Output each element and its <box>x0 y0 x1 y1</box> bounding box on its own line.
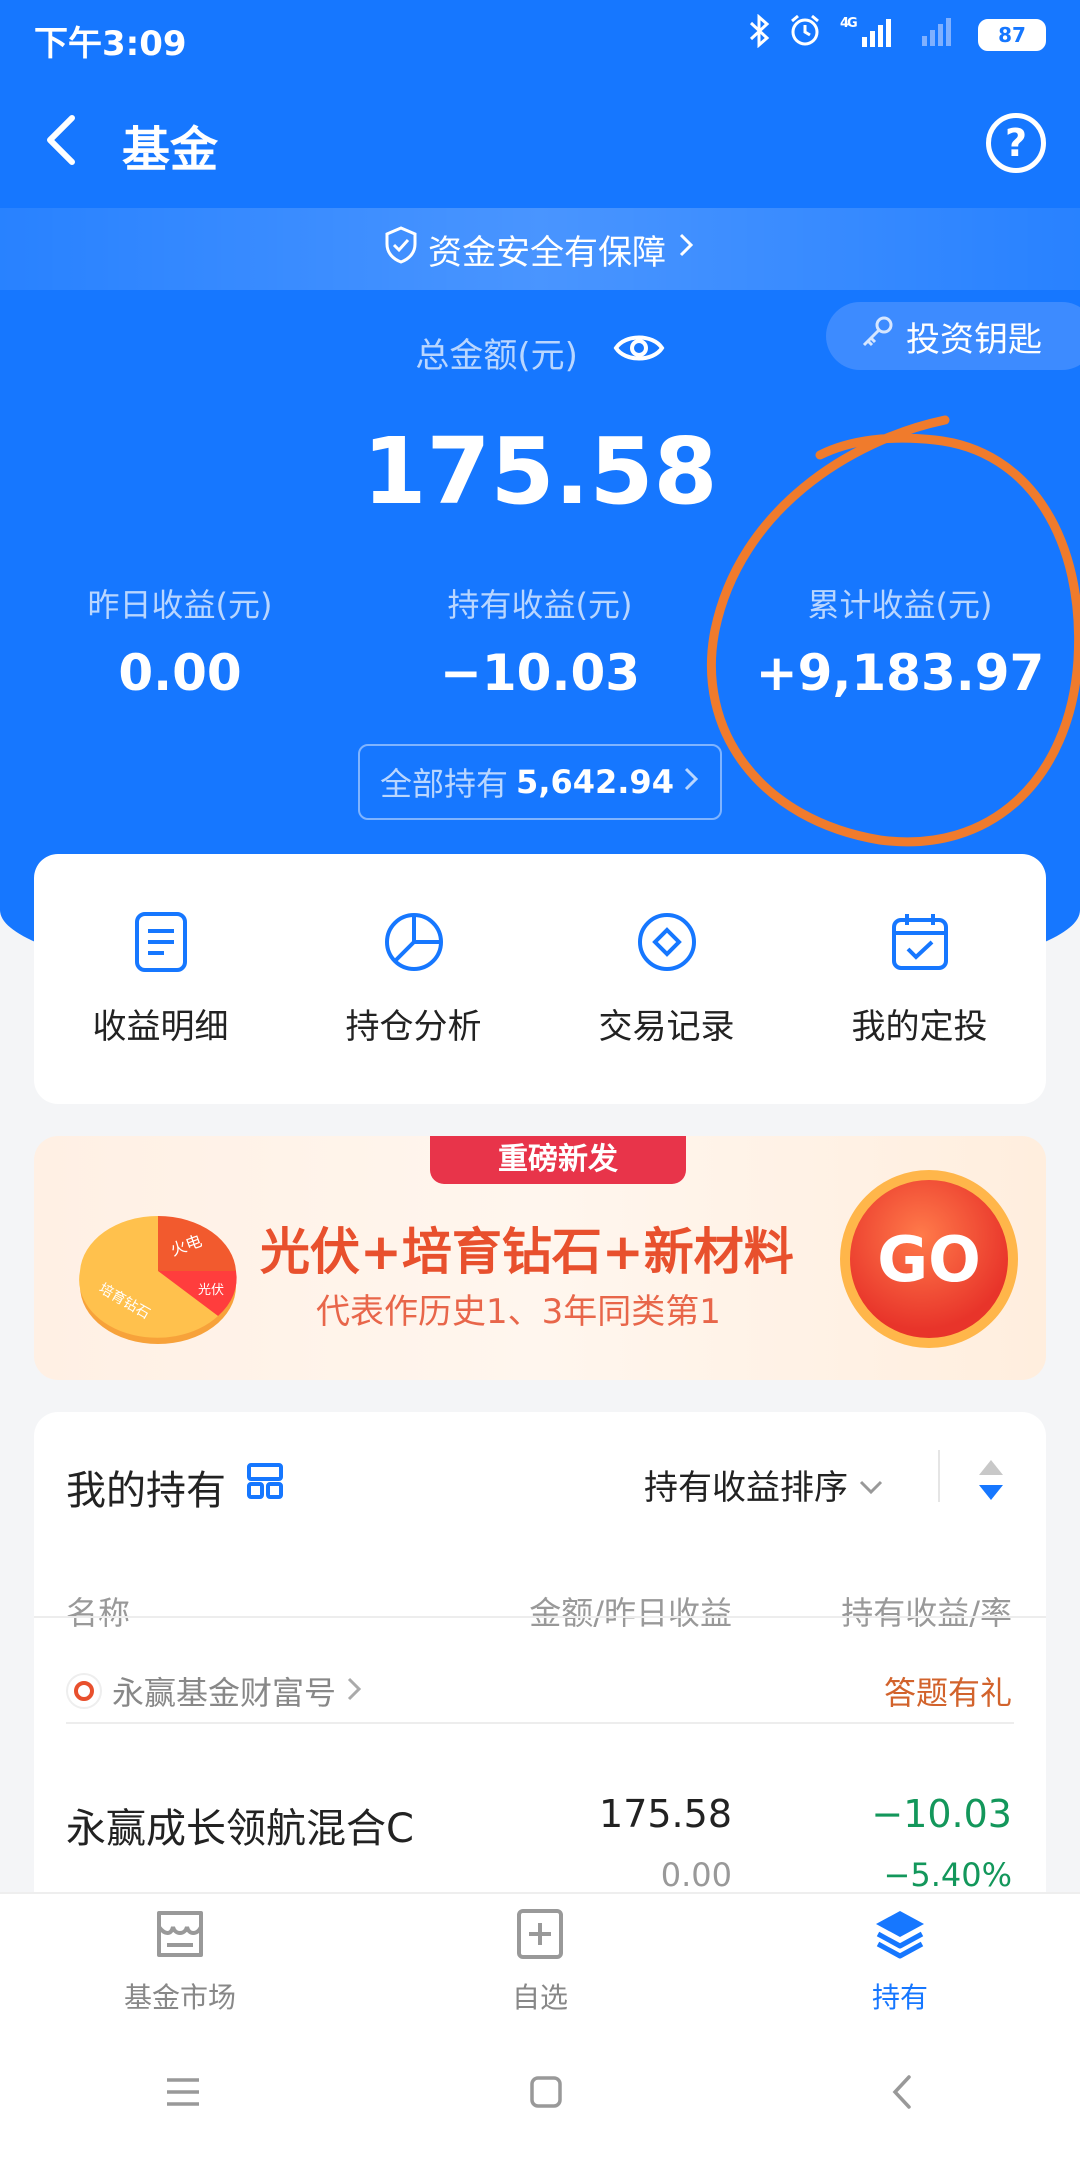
stat-label: 持有收益(元) <box>447 586 633 624</box>
safety-label: 资金安全有保障 <box>428 232 666 273</box>
page-title: 基金 <box>122 122 219 178</box>
pie-illustration: 火电 光伏 培育钻石 <box>79 1216 237 1344</box>
grid-view-icon[interactable] <box>246 1462 284 1504</box>
tab-fund-market[interactable]: 基金市场 <box>30 1907 330 2016</box>
holdings-layers-icon <box>872 1907 928 1968</box>
fund-hold-rate: −5.40% <box>883 1856 1012 1894</box>
sort-label: 持有收益排序 <box>644 1468 848 1508</box>
fund-name[interactable]: 永赢成长领航混合C <box>66 1796 414 1854</box>
record-icon <box>636 911 698 977</box>
chevron-right-icon <box>346 1672 362 1710</box>
promo-tag: 重磅新发 <box>430 1136 686 1184</box>
system-nav-bar <box>0 2028 1080 2160</box>
quick-actions-card: 收益明细 持仓分析 交易记录 我的定投 <box>34 854 1046 1104</box>
promo-title: 光伏+培育钻石+新材料 <box>260 1223 794 1281</box>
action-trade-records[interactable]: 交易记录 <box>542 911 792 1048</box>
stat-holding: 持有收益(元) −10.03 <box>360 580 720 702</box>
total-amount-label: 总金额(元) <box>415 336 578 376</box>
tab-holdings[interactable]: 持有 <box>750 1907 1050 2016</box>
svg-text:光伏: 光伏 <box>198 1283 224 1298</box>
action-my-auto-invest[interactable]: 我的定投 <box>795 911 1045 1048</box>
status-time: 下午3:09 <box>34 24 187 64</box>
fund-hold-profit: −10.03 <box>871 1792 1012 1836</box>
home-icon[interactable] <box>528 2074 564 2114</box>
action-label: 持仓分析 <box>345 1006 482 1047</box>
chevron-right-icon <box>682 763 700 801</box>
bluetooth-icon <box>748 13 770 56</box>
promo-go-button[interactable]: GO <box>840 1170 1018 1348</box>
sort-dropdown[interactable]: 持有收益排序 <box>644 1460 884 1509</box>
column-header-name: 名称 <box>66 1594 131 1632</box>
battery-icon: 87 <box>978 19 1046 51</box>
status-icons: 4G 87 <box>748 13 1046 56</box>
provider-logo-icon <box>66 1673 102 1709</box>
holdings-title: 我的持有 <box>66 1468 226 1514</box>
stat-value: 0.00 <box>118 644 242 702</box>
svg-text:4G: 4G <box>840 16 857 31</box>
shield-icon <box>384 225 418 273</box>
action-label: 收益明细 <box>92 1006 229 1047</box>
watchlist-icon <box>513 1907 567 1968</box>
hold-all-label: 全部持有 <box>380 765 509 803</box>
eye-icon[interactable] <box>613 330 665 375</box>
back-button[interactable] <box>36 108 92 172</box>
chevron-down-icon <box>858 1465 884 1505</box>
fund-yesterday-profit: 0.00 <box>660 1856 732 1894</box>
status-bar: 下午3:09 4G 87 <box>0 0 1080 76</box>
sort-order-icon[interactable] <box>976 1458 1006 1506</box>
help-button[interactable]: ? <box>986 113 1046 173</box>
alarm-icon <box>788 14 822 56</box>
menu-icon[interactable] <box>163 2075 203 2113</box>
signal-4g-icon: 4G <box>840 15 898 56</box>
chevron-right-icon <box>676 229 696 269</box>
action-label: 交易记录 <box>598 1006 735 1047</box>
tab-label: 自选 <box>511 1980 568 2014</box>
stat-yesterday: 昨日收益(元) 0.00 <box>0 580 360 702</box>
bottom-tab-bar: 基金市场 自选 持有 <box>0 1892 1080 2028</box>
hold-all-value: 5,642.94 <box>516 763 674 801</box>
provider-link[interactable]: 永赢基金财富号 <box>66 1668 362 1714</box>
column-header-amount: 金额/昨日收益 <box>529 1594 732 1632</box>
action-position-analysis[interactable]: 持仓分析 <box>289 911 539 1048</box>
fund-safety-banner[interactable]: 资金安全有保障 <box>0 208 1080 290</box>
quiz-gift-link[interactable]: 答题有礼 <box>884 1668 1012 1714</box>
back-nav-icon[interactable] <box>889 2072 917 2116</box>
tab-label: 基金市场 <box>123 1980 236 2014</box>
stat-value: −10.03 <box>439 644 641 702</box>
provider-name: 永赢基金财富号 <box>112 1674 337 1712</box>
action-label: 我的定投 <box>851 1006 988 1047</box>
fund-amount: 175.58 <box>599 1792 732 1836</box>
all-holdings-button[interactable]: 全部持有 5,642.94 <box>358 744 722 820</box>
tab-watchlist[interactable]: 自选 <box>390 1907 690 2016</box>
stat-label: 昨日收益(元) <box>87 586 273 624</box>
divider <box>66 1722 1014 1724</box>
promo-banner[interactable]: 重磅新发 火电 光伏 培育钻石 光伏+培育钻石+新材料 代表作历史1、3年同类第… <box>34 1136 1046 1380</box>
annotation-circle <box>706 415 1080 847</box>
divider <box>938 1450 940 1502</box>
signal-weak-icon <box>916 14 960 56</box>
my-holdings-card: 我的持有 持有收益排序 名称 金额/昨日收益 持有收益/率 永赢基金财富号 答题… <box>34 1412 1046 1912</box>
divider <box>34 1616 1046 1618</box>
promo-subtitle: 代表作历史1、3年同类第1 <box>316 1292 721 1332</box>
document-icon <box>132 911 190 977</box>
total-amount-label-row: 总金额(元) <box>0 328 1080 377</box>
column-header-profit: 持有收益/率 <box>841 1594 1012 1632</box>
tab-label: 持有 <box>871 1980 928 2014</box>
calendar-icon <box>889 911 951 977</box>
pie-chart-icon <box>383 911 445 977</box>
market-icon <box>153 1907 207 1968</box>
action-income-detail[interactable]: 收益明细 <box>36 911 286 1048</box>
